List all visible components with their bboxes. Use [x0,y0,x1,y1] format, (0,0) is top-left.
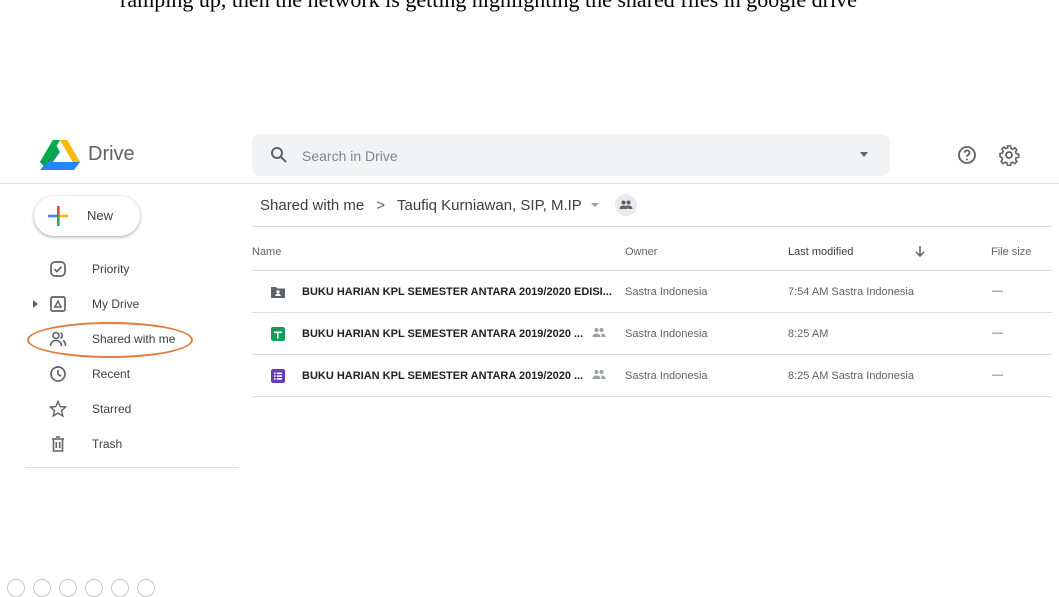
sidebar-item-label: Priority [92,262,130,276]
sidebar-item-label: My Drive [92,297,140,311]
table-row[interactable]: BUKU HARIAN KPL SEMESTER ANTARA 2019/202… [252,354,1052,397]
plus-icon [48,206,68,226]
file-name[interactable]: BUKU HARIAN KPL SEMESTER ANTARA 2019/202… [302,328,583,340]
highlight-annotation-circle [27,322,193,358]
shared-people-icon [592,370,606,379]
sidebar-item-trash[interactable]: Trash [26,428,238,460]
table-row[interactable]: BUKU HARIAN KPL SEMESTER ANTARA 2019/202… [252,312,1052,355]
slideshow-previous-icon[interactable] [7,579,25,597]
file-owner: Sastra Indonesia [625,286,708,298]
slideshow-slides-icon[interactable] [85,579,103,597]
sheets-icon [271,327,285,341]
new-button-label: New [87,208,114,223]
caption-text: ramping up, then the network is getting … [120,0,857,13]
app-title[interactable]: Drive [88,143,135,166]
file-name[interactable]: BUKU HARIAN KPL SEMESTER ANTARA 2019/202… [302,370,583,382]
file-name[interactable]: BUKU HARIAN KPL SEMESTER ANTARA 2019/202… [302,286,612,298]
sidebar-item-starred[interactable]: Starred [26,393,238,425]
file-last-modified: 8:25 AM [788,328,829,340]
table-end-divider [252,396,1052,397]
file-size: — [992,369,1003,381]
search-icon[interactable] [270,146,288,164]
chevron-down-icon[interactable] [590,203,599,207]
breadcrumb-divider [252,226,1052,227]
trash-icon [52,436,64,452]
breadcrumb: Shared with me > Taufiq Kurniawan, SIP, M.… [260,194,637,216]
star-icon [49,400,67,418]
breadcrumb-current[interactable]: Taufiq Kurniawan, SIP, M.IP [397,197,582,214]
slideshow-pen-icon[interactable] [59,579,77,597]
slideshow-next-icon[interactable] [33,579,51,597]
priority-check-icon [50,261,66,277]
file-size: — [992,285,1003,297]
column-header-last-modified[interactable]: Last modified [788,246,853,258]
file-last-modified: 8:25 AM Sastra Indonesia [788,370,914,382]
slideshow-zoom-icon[interactable] [111,579,129,597]
file-owner: Sastra Indonesia [625,370,708,382]
file-owner: Sastra Indonesia [625,328,708,340]
search-bar[interactable] [252,134,890,176]
sidebar-item-label: Recent [92,367,131,381]
table-row[interactable]: BUKU HARIAN KPL SEMESTER ANTARA 2019/202… [252,270,1052,313]
column-header-name[interactable]: Name [252,246,281,258]
search-options-dropdown-icon[interactable] [860,152,868,157]
gear-icon[interactable] [998,144,1020,166]
search-input[interactable] [300,144,824,168]
file-size: — [992,327,1003,339]
sidebar-item-priority[interactable]: Priority [26,253,238,285]
file-last-modified: 7:54 AM Sastra Indonesia [788,286,914,298]
clock-icon [50,366,66,382]
help-circle-icon[interactable] [957,145,977,165]
sidebar-item-my-drive[interactable]: My Drive [26,288,238,320]
breadcrumb-separator: > [376,196,385,214]
breadcrumb-root[interactable]: Shared with me [260,197,364,214]
new-button[interactable]: New [34,196,140,236]
column-header-file-size[interactable]: File size [991,246,1031,258]
sort-down-arrow-icon[interactable] [914,245,926,258]
sidebar-item-label: Trash [92,437,123,451]
shared-folder-icon [271,287,285,298]
expand-caret-icon[interactable] [33,300,38,308]
shared-people-icon [592,328,606,337]
sidebar-item-label: Starred [92,402,132,416]
my-drive-icon [50,296,66,312]
forms-icon [271,369,285,383]
shared-people-badge-icon[interactable] [614,194,637,216]
drive-logo-icon[interactable] [40,140,80,170]
column-header-owner[interactable]: Owner [625,246,657,258]
sidebar-divider [26,467,238,468]
slideshow-more-icon[interactable] [137,579,155,597]
sidebar-item-recent[interactable]: Recent [26,358,238,390]
header-divider [0,183,1059,184]
